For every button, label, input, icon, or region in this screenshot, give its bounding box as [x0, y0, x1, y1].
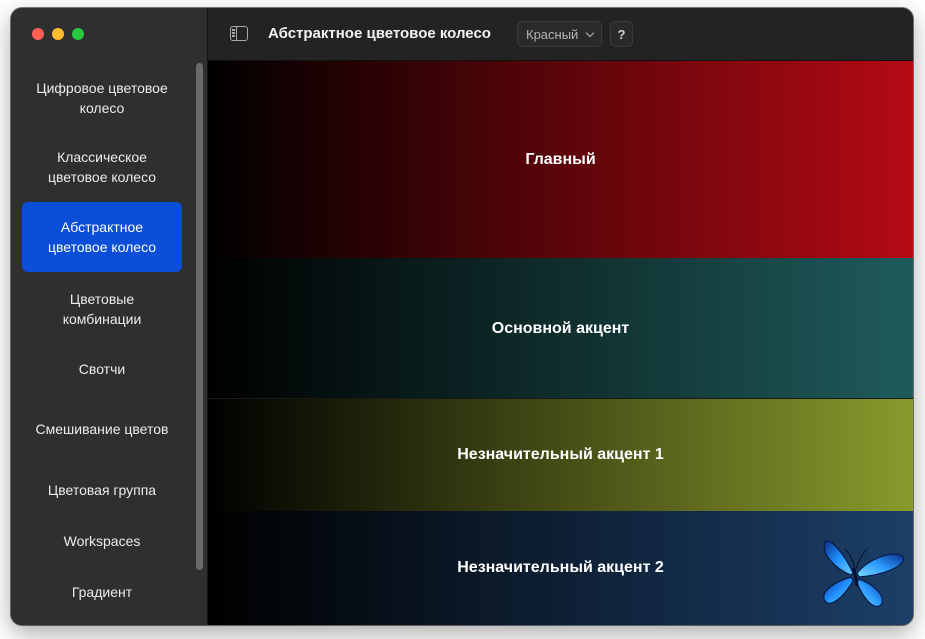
- help-button[interactable]: ?: [610, 21, 633, 47]
- sidebar-item-workspaces[interactable]: Workspaces: [22, 515, 182, 567]
- minimize-window-button[interactable]: [52, 28, 64, 40]
- sidebar: Цифровое цветовое колесо Классическое цв…: [11, 8, 208, 625]
- toolbar: Абстрактное цветовое колесо Красный ?: [208, 8, 913, 61]
- sidebar-item-label: Цифровое цветовое колесо: [36, 80, 168, 116]
- sidebar-item-label: Градиент: [71, 584, 133, 600]
- sidebar-item-label: Свотчи: [78, 360, 126, 377]
- sidebar-item-color-group[interactable]: Цветовая группа: [22, 465, 182, 515]
- base-color-select-value: Красный: [526, 26, 579, 42]
- sidebar-item-classic-color-wheel[interactable]: Классическое цветовое колесо: [22, 132, 182, 202]
- base-color-select[interactable]: Красный: [517, 21, 602, 47]
- color-band-minor-accent-1[interactable]: Незначительный акцент 1: [208, 399, 913, 511]
- sidebar-item-digital-color-wheel[interactable]: Цифровое цветовое колесо: [22, 64, 182, 132]
- color-band-main[interactable]: Главный: [208, 61, 913, 258]
- close-window-button[interactable]: [32, 28, 44, 40]
- sidebar-item-gradient[interactable]: Градиент: [22, 567, 182, 617]
- sidebar-item-label: Смешивание цветов: [35, 420, 169, 437]
- sidebar-item-label: Классическое цветовое колесо: [47, 149, 157, 185]
- main-content: Абстрактное цветовое колесо Красный ? Гл…: [208, 8, 913, 625]
- zoom-window-button[interactable]: [72, 28, 84, 40]
- sidebar-item-label: Workspaces: [63, 533, 141, 549]
- color-band-minor-accent-2[interactable]: Незначительный акцент 2: [208, 511, 913, 625]
- color-band-primary-accent[interactable]: Основной акцент: [208, 258, 913, 399]
- butterfly-icon: [823, 540, 904, 607]
- app-window: Цифровое цветовое колесо Классическое цв…: [11, 8, 913, 625]
- sidebar-item-color-combinations[interactable]: Цветовые комбинации: [22, 272, 182, 345]
- sidebar-item-abstract-color-wheel[interactable]: Абстрактное цветовое колесо: [22, 202, 182, 272]
- sidebar-item-swatches[interactable]: Свотчи: [22, 345, 182, 392]
- color-band-label: Незначительный акцент 1: [457, 446, 664, 463]
- color-band-label: Незначительный акцент 2: [457, 559, 664, 576]
- window-controls: [32, 28, 84, 40]
- sidebar-item-label: Цветовая группа: [47, 482, 157, 498]
- sidebar-item-label: Абстрактное цветовое колесо: [47, 219, 157, 255]
- chevron-down-icon: [585, 28, 595, 38]
- page-title: Абстрактное цветовое колесо: [268, 25, 491, 42]
- sidebar-item-label: Цветовые комбинации: [62, 290, 142, 327]
- sidebar-item-color-mixing[interactable]: Смешивание цветов: [22, 392, 182, 465]
- sidebar-nav: Цифровое цветовое колесо Классическое цв…: [22, 64, 182, 617]
- color-band-label: Главный: [525, 150, 596, 168]
- sidebar-scrollbar[interactable]: [196, 63, 203, 570]
- color-band-label: Основной акцент: [491, 319, 630, 337]
- sidebar-toggle-icon[interactable]: [230, 26, 248, 41]
